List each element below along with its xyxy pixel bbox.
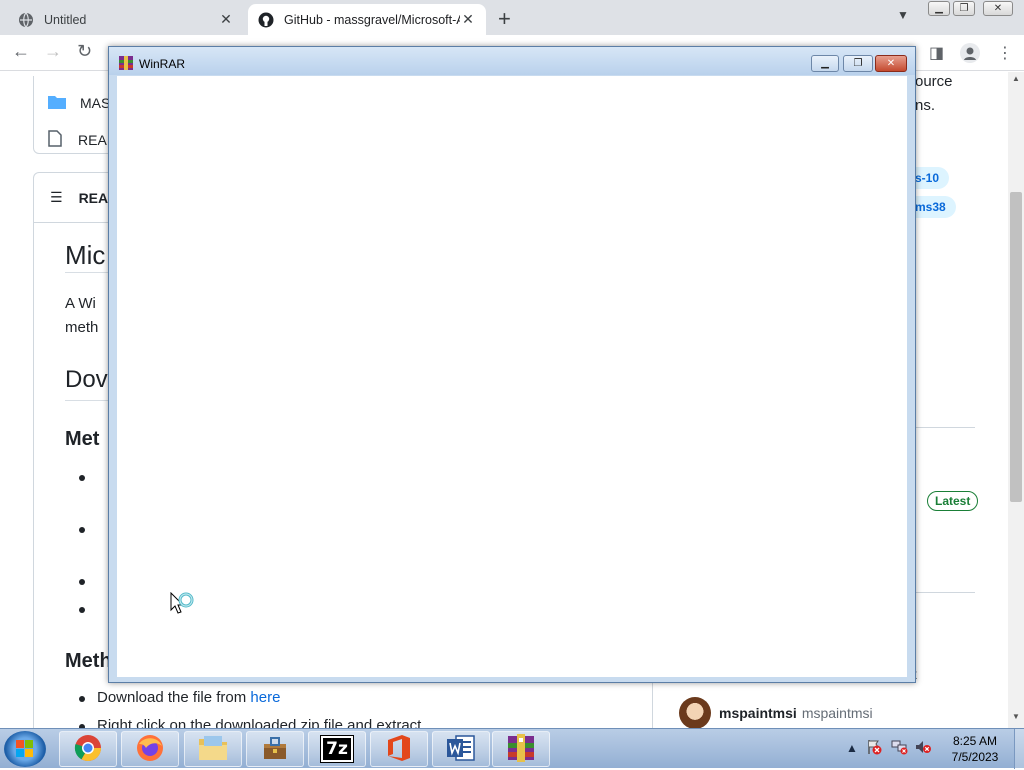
taskbar-word[interactable] (432, 731, 490, 767)
taskbar-firefox[interactable] (121, 731, 179, 767)
contributor-handle: mspaintmsi (801, 705, 873, 721)
action-center-icon[interactable] (866, 739, 882, 758)
latest-badge: Latest (927, 491, 979, 511)
about-text: ource (915, 73, 953, 90)
intro-line: meth (65, 319, 99, 336)
firefox-icon (136, 734, 164, 765)
winrar-icon (118, 55, 134, 71)
readme-title: Mic (65, 240, 106, 270)
globe-icon (18, 12, 34, 28)
tray-expand-icon[interactable]: ▲ (846, 741, 858, 755)
list-bullet (79, 607, 85, 613)
volume-muted-icon[interactable] (914, 739, 932, 758)
taskbar-toolbox[interactable] (246, 731, 304, 767)
method-heading: Meth (65, 650, 112, 672)
intro-line: A Wi (65, 295, 96, 312)
tab-untitled[interactable]: Untitled ✕ (8, 4, 244, 35)
explorer-icon (198, 735, 228, 764)
close-tab-icon[interactable]: ✕ (218, 11, 234, 28)
winrar-titlebar[interactable]: WinRAR ▁ ❐ ✕ (109, 47, 915, 75)
show-desktop-button[interactable] (1014, 729, 1024, 769)
tab-strip: Untitled ✕ GitHub - massgravel/Microsoft… (0, 0, 1024, 35)
clock-time: 8:25 AM (952, 734, 998, 748)
clock[interactable]: 8:25 AM 7/5/2023 (940, 733, 1010, 765)
close-window-button[interactable]: ✕ (983, 1, 1013, 16)
tab-title: Untitled (44, 12, 87, 27)
clock-date: 7/5/2023 (951, 750, 999, 764)
chrome-icon (74, 734, 102, 765)
taskbar-chrome[interactable] (59, 731, 117, 767)
winrar-minimize-button[interactable]: ▁ (811, 55, 839, 72)
list-bullet (79, 475, 85, 481)
folder-icon (48, 94, 66, 112)
about-text: ns. (915, 97, 936, 114)
office-icon (386, 734, 412, 765)
reload-icon[interactable]: ↻ (77, 41, 92, 62)
download-text: Download the file from (97, 689, 251, 706)
restore-button[interactable]: ❐ (953, 1, 975, 16)
winrar-maximize-button[interactable]: ❐ (843, 55, 873, 72)
forward-icon[interactable]: → (44, 41, 62, 62)
tab-search-icon[interactable]: ▼ (897, 8, 909, 22)
tab-title: GitHub - massgravel/Microsoft-A (284, 12, 460, 27)
winrar-icon (506, 733, 536, 766)
contributor-name: mspaintmsi (719, 705, 797, 721)
minimize-button[interactable]: ▁ (928, 1, 950, 16)
list-item: Download the file from here (97, 689, 280, 706)
outline-list-icon[interactable]: ☰ (50, 189, 63, 206)
busy-cursor-icon (170, 591, 198, 623)
start-button[interactable] (4, 731, 46, 767)
section-heading: Dov (65, 366, 108, 393)
7zip-icon: 7z (320, 735, 354, 763)
side-panel-icon[interactable]: ◨ (929, 43, 944, 63)
scroll-down-icon[interactable]: ▼ (1012, 712, 1020, 721)
toolbox-icon (261, 734, 289, 765)
taskbar: 7z ▲ 8:25 AM 7/5/2023 (0, 728, 1024, 769)
winrar-client-area[interactable] (117, 76, 907, 677)
list-bullet (79, 579, 85, 585)
file-name: REA (78, 131, 107, 148)
word-icon (446, 734, 476, 765)
network-icon[interactable] (891, 739, 909, 758)
scroll-up-icon[interactable]: ▲ (1012, 74, 1020, 83)
winrar-window[interactable]: WinRAR ▁ ❐ ✕ (108, 46, 916, 683)
scroll-thumb[interactable] (1010, 192, 1022, 502)
7zip-label: 7z (326, 739, 348, 759)
taskbar-7zip[interactable]: 7z (308, 731, 366, 767)
taskbar-winrar[interactable] (492, 731, 550, 767)
file-name: MAS (80, 94, 111, 111)
profile-icon[interactable] (960, 43, 980, 68)
avatar (679, 697, 711, 728)
winrar-close-button[interactable]: ✕ (875, 55, 907, 72)
download-link[interactable]: here (250, 689, 280, 706)
new-tab-button[interactable]: + (498, 6, 511, 32)
list-bullet (79, 696, 85, 702)
contributor-row[interactable]: mspaintmsi mspaintmsi (679, 697, 873, 728)
taskbar-explorer[interactable] (184, 731, 242, 767)
file-icon (48, 129, 62, 150)
taskbar-office[interactable] (370, 731, 428, 767)
method-heading: Met (65, 428, 100, 450)
github-icon (258, 12, 274, 28)
extract-line: Right click on the downloaded zip file a… (97, 717, 422, 728)
winrar-title: WinRAR (139, 57, 186, 71)
readme-label: REA (78, 189, 109, 206)
tab-github[interactable]: GitHub - massgravel/Microsoft-A ✕ (248, 4, 486, 35)
back-icon[interactable]: ← (12, 41, 30, 62)
list-bullet (79, 527, 85, 533)
page-scrollbar[interactable]: ▲ ▼ (1008, 72, 1024, 728)
menu-icon[interactable]: ⋮ (997, 43, 1013, 63)
close-tab-icon[interactable]: ✕ (460, 11, 476, 28)
